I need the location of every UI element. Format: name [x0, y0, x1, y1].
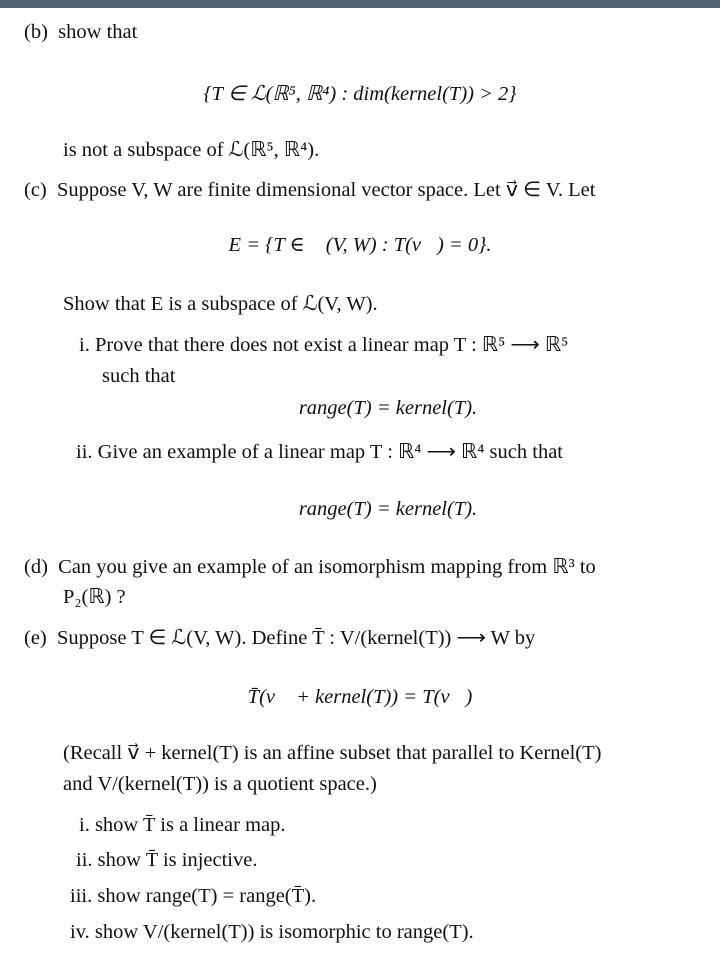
part-e-heading: (e) Suppose T ∈ ℒ(V, W). Define T̄ : V/(… [24, 626, 535, 650]
part-b-heading: (b) show that [24, 20, 137, 44]
part-c-subitem-i-continued: such that [102, 365, 176, 387]
part-e-definition: T̄(v⃗ + kernel(T)) = T(v⃗) [247, 686, 473, 708]
part-c-subitem-ii-display: range(T) = kernel(T). [298, 498, 478, 520]
subitem-label: iii. [70, 885, 93, 907]
part-e-subitem-ii: ii. show T̄ is injective. [76, 848, 257, 872]
part-d-continued: P₂(ℝ) ? [63, 586, 126, 608]
part-c-task: Show that E is a subspace of ℒ(V, W). [63, 293, 378, 315]
part-c-subitem-i-display: range(T) = kernel(T). [298, 397, 478, 419]
part-d-label: (d) [24, 556, 48, 578]
part-c-subitem-ii: ii. Give an example of a linear map T : … [76, 440, 563, 464]
part-b-conclusion: is not a subspace of ℒ(ℝ⁵, ℝ⁴). [63, 139, 320, 161]
subitem-text: show T̄ is a linear map. [94, 814, 286, 836]
subitem-label: i. [79, 334, 90, 356]
subitem-label: ii. [76, 849, 93, 871]
subitem-text: show T̄ is injective. [97, 849, 258, 871]
part-b-label: (b) [24, 21, 48, 43]
part-e-subitem-iv: iv. show V/(kernel(T)) is isomorphic to … [70, 920, 474, 944]
part-c-subitem-i: i. Prove that there does not exist a lin… [79, 333, 568, 357]
part-b-intro: show that [58, 21, 138, 43]
part-e-recall-line-2: and V/(kernel(T)) is a quotient space.) [63, 773, 377, 795]
part-e-subitem-iii: iii. show range(T) = range(T̄). [70, 884, 316, 908]
subitem-text: Prove that there does not exist a linear… [94, 334, 569, 356]
subitem-text: Give an example of a linear map T : ℝ⁴ ⟶… [97, 441, 564, 463]
part-c-heading: (c) Suppose V, W are finite dimensional … [24, 178, 595, 202]
part-e-label: (e) [24, 627, 47, 649]
part-d-text: Can you give an example of an isomorphis… [58, 556, 596, 578]
subitem-label: ii. [76, 441, 93, 463]
part-e-intro: Suppose T ∈ ℒ(V, W). Define T̄ : V/(kern… [57, 627, 536, 649]
subitem-label: iv. [70, 921, 90, 943]
part-e-subitem-i: i. show T̄ is a linear map. [79, 813, 286, 837]
part-e-recall-line-1: (Recall v⃗ + kernel(T) is an affine subs… [63, 742, 602, 764]
part-c-set-expression: E = {T ∈ ℒ(V, W) : T(v⃗) = 0}. [228, 234, 492, 256]
part-b-set-expression: {T ∈ ℒ(ℝ⁵, ℝ⁴) : dim(kernel(T)) > 2} [203, 83, 517, 105]
subitem-label: i. [79, 814, 90, 836]
top-bar [0, 0, 720, 8]
subitem-text: show range(T) = range(T̄). [97, 885, 317, 907]
part-c-label: (c) [24, 179, 47, 201]
subitem-text: show V/(kernel(T)) is isomorphic to rang… [94, 921, 474, 943]
part-d-heading: (d) Can you give an example of an isomor… [24, 555, 596, 579]
part-c-intro: Suppose V, W are finite dimensional vect… [57, 179, 596, 201]
